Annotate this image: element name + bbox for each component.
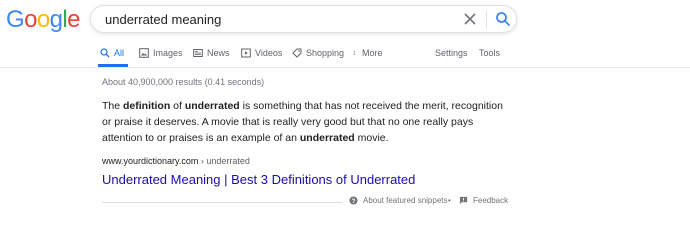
search-icon[interactable] — [495, 11, 511, 27]
close-icon[interactable] — [463, 12, 477, 26]
tab-label: More — [362, 48, 383, 58]
tag-icon — [292, 48, 302, 58]
tab-label: All — [114, 48, 125, 58]
tab-more[interactable]: More — [353, 48, 383, 58]
tab-label: Settings — [435, 48, 468, 58]
about-featured-snippets-link[interactable]: ? About featured snippets — [349, 196, 448, 205]
feedback-icon — [459, 196, 468, 205]
more-vert-icon — [353, 51, 355, 55]
result-domain: www.yourdictionary.com — [102, 156, 199, 166]
tab-label: Videos — [255, 48, 283, 58]
footer-divider — [102, 202, 342, 203]
logo-letter: o — [24, 6, 37, 33]
snippet-text: The — [102, 100, 124, 112]
result-url: www.yourdictionary.com › underrated — [102, 156, 250, 166]
tab-images[interactable]: Images — [139, 48, 183, 58]
search-divider — [486, 11, 487, 28]
search-input[interactable] — [105, 6, 445, 32]
logo-letter: e — [67, 6, 80, 33]
result-title-link[interactable]: Underrated Meaning | Best 3 Definitions … — [102, 172, 415, 187]
tab-label: Images — [153, 48, 183, 58]
tab-settings[interactable]: Settings — [435, 48, 468, 58]
result-stats: About 40,900,000 results (0.41 seconds) — [102, 77, 265, 87]
snippet-bold-text: underrated — [184, 100, 240, 112]
newspaper-icon — [193, 49, 203, 57]
snippet-text: movie. — [354, 132, 389, 144]
tab-shopping[interactable]: Shopping — [292, 48, 344, 58]
snippet-text: of — [170, 100, 185, 112]
svg-text:?: ? — [352, 198, 356, 205]
google-logo[interactable]: Google — [6, 7, 80, 33]
logo-letter: g — [49, 6, 63, 33]
tab-all[interactable]: All — [100, 48, 124, 58]
image-icon — [139, 48, 149, 58]
result-breadcrumb: › underrated — [198, 156, 250, 166]
tab-videos[interactable]: Videos — [241, 48, 282, 58]
about-label: About featured snippets — [363, 196, 448, 205]
help-icon: ? — [349, 196, 358, 205]
tab-news[interactable]: News — [193, 48, 230, 58]
feedback-link[interactable]: Feedback — [459, 196, 508, 205]
search-tabs: All Images News Videos Shopping More Set… — [0, 43, 690, 67]
featured-snippet-text: The definition of underrated is somethin… — [102, 98, 512, 146]
logo-letter: o — [36, 6, 50, 33]
snippet-bold-text: definition — [123, 100, 171, 112]
tab-label: Shopping — [306, 48, 345, 58]
search-icon — [100, 48, 110, 58]
logo-letter: G — [6, 6, 25, 33]
play-icon — [241, 48, 251, 58]
tab-tools[interactable]: Tools — [479, 48, 500, 58]
footer-separator: • — [448, 196, 451, 205]
tab-label: News — [207, 48, 230, 58]
feedback-label: Feedback — [473, 196, 509, 205]
snippet-bold-text: underrated — [299, 132, 355, 144]
header-divider — [0, 67, 690, 68]
search-box — [90, 5, 517, 33]
tab-label: Tools — [479, 48, 501, 58]
